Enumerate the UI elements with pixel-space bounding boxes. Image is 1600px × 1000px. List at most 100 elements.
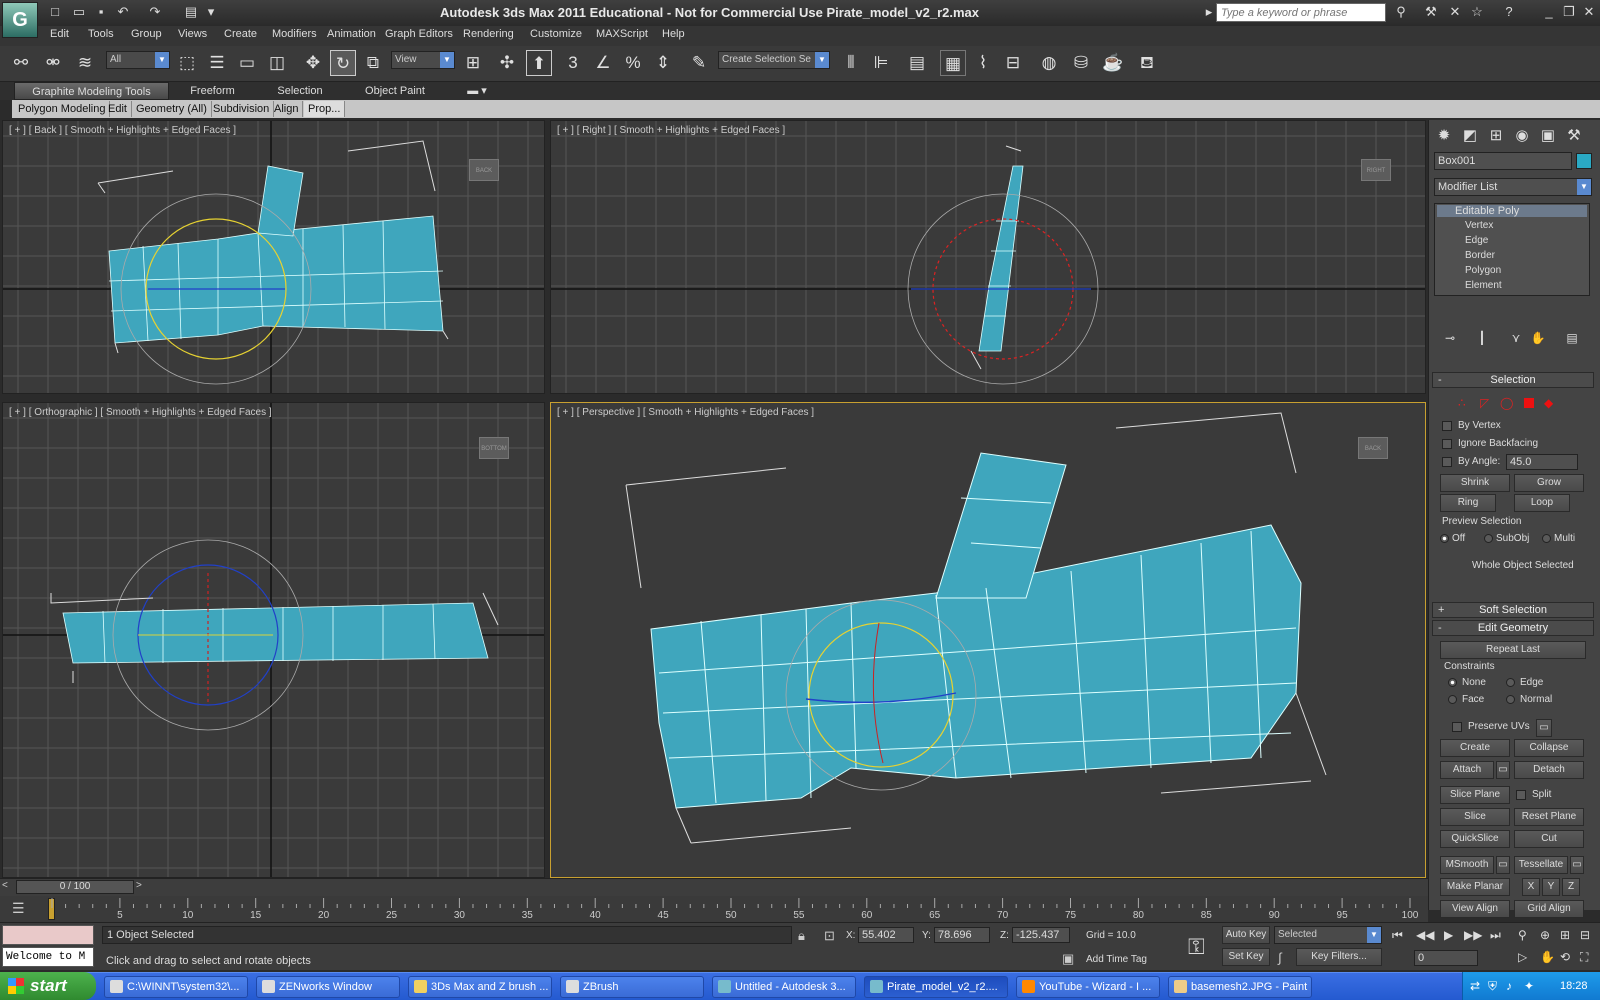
grow-button[interactable]: Grow (1514, 474, 1584, 492)
communication-icon[interactable]: ✕ (1446, 3, 1464, 21)
panel-polygon-modeling[interactable]: Polygon Modeling (14, 101, 111, 117)
constraint-none-radio[interactable] (1448, 678, 1457, 687)
time-slider-thumb[interactable]: 0 / 100 (16, 880, 134, 894)
curve-editor-icon[interactable]: ⌇ (970, 50, 996, 76)
add-time-tag-button[interactable]: Add Time Tag (1086, 954, 1147, 965)
taskbar-item[interactable]: YouTube - Wizard - I ... (1016, 976, 1160, 998)
display-tab-icon[interactable]: ▣ (1536, 124, 1560, 148)
make-planar-button[interactable]: Make Planar (1440, 878, 1510, 896)
prev-frame-arrow-icon[interactable]: < (2, 880, 14, 894)
edit-named-selection-icon[interactable]: ✎ (686, 50, 712, 76)
modifier-list-dropdown[interactable]: Modifier List ▼ (1434, 178, 1592, 196)
soft-selection-rollout-header[interactable]: + Soft Selection (1432, 602, 1594, 618)
material-editor-icon[interactable]: ◍ (1036, 50, 1062, 76)
preserve-uvs-settings-icon[interactable]: ▭ (1536, 719, 1552, 737)
absolute-mode-icon[interactable]: ⊡ (824, 928, 835, 944)
by-vertex-checkbox[interactable] (1442, 421, 1452, 431)
vertex-mode-icon[interactable]: ∴ (1458, 396, 1466, 410)
menu-customize[interactable]: Customize (530, 28, 582, 40)
rectangular-selection-icon[interactable]: ▭ (234, 50, 260, 76)
object-name-field[interactable]: Box001 (1434, 152, 1572, 170)
viewport-label[interactable]: [ + ] [ Back ] [ Smooth + Highlights + E… (9, 125, 236, 136)
security-tray-icon[interactable]: ⛨ (1488, 979, 1497, 994)
spinner-snap-icon[interactable]: ⇕ (650, 50, 676, 76)
time-tag-icon[interactable]: ▣ (1062, 951, 1074, 967)
preserve-uvs-checkbox[interactable] (1452, 722, 1462, 732)
tessellate-settings-icon[interactable]: ▭ (1570, 856, 1584, 874)
search-input[interactable] (1216, 3, 1386, 22)
schematic-view-icon[interactable]: ⊟ (1000, 50, 1026, 76)
taskbar-item[interactable]: Untitled - Autodesk 3... (712, 976, 856, 998)
key-tangent-icon[interactable]: ∫ (1278, 950, 1282, 965)
new-file-icon[interactable]: □ (46, 3, 64, 21)
attach-list-icon[interactable]: ▭ (1496, 761, 1510, 779)
polygon-mode-icon[interactable] (1524, 398, 1534, 408)
tab-freeform[interactable]: Freeform (175, 82, 250, 100)
angle-spinner[interactable]: 45.0 (1506, 454, 1578, 470)
stack-item-vertex[interactable]: Vertex (1465, 220, 1493, 231)
next-key-icon[interactable]: ▶▶ (1464, 928, 1482, 942)
lock-selection-icon[interactable]: 🔒︎ (798, 928, 805, 944)
current-frame-field[interactable]: 0 (1414, 950, 1478, 966)
viewcube[interactable]: RIGHT (1361, 159, 1391, 181)
quick-access-dropdown-icon[interactable]: ▾ (202, 3, 220, 21)
select-manipulate-icon[interactable]: ✣ (494, 50, 520, 76)
go-to-end-icon[interactable]: ⏭ (1490, 928, 1501, 943)
view-align-button[interactable]: View Align (1440, 900, 1510, 918)
constraint-face-radio[interactable] (1448, 695, 1457, 704)
edit-geometry-rollout-header[interactable]: - Edit Geometry (1432, 620, 1594, 636)
auto-key-button[interactable]: Auto Key (1222, 926, 1270, 944)
viewport-label[interactable]: [ + ] [ Perspective ] [ Smooth + Highlig… (557, 407, 814, 418)
select-object-icon[interactable]: ⬚ (174, 50, 200, 76)
maximize-viewport-icon[interactable]: ⛶ (1580, 950, 1588, 965)
undo-icon[interactable]: ↶ (114, 3, 132, 21)
key-mode-dropdown[interactable]: Selected ▼ (1274, 926, 1382, 944)
set-key-icon[interactable]: ⚿ (1188, 934, 1205, 960)
msmooth-button[interactable]: MSmooth (1440, 856, 1494, 874)
prev-key-icon[interactable]: ◀◀ (1416, 928, 1434, 942)
utilities-tab-icon[interactable]: ⚒ (1562, 124, 1586, 148)
align-icon[interactable]: ⊫ (868, 50, 894, 76)
panel-edit[interactable]: Edit (104, 101, 132, 117)
menu-group[interactable]: Group (131, 28, 162, 40)
app-logo-button[interactable]: G (2, 2, 38, 38)
planar-y-button[interactable]: Y (1542, 878, 1560, 896)
stack-item-border[interactable]: Border (1465, 250, 1495, 261)
zoom-extents-all-icon[interactable]: ⊟ (1580, 928, 1590, 942)
attach-button[interactable]: Attach (1440, 761, 1494, 779)
pan-icon[interactable]: ✋ (1540, 950, 1555, 964)
viewport-orthographic[interactable]: [ + ] [ Orthographic ] [ Smooth + Highli… (2, 402, 545, 878)
zoom-icon[interactable]: ⚲ (1518, 928, 1527, 942)
key-filters-button[interactable]: Key Filters... (1296, 948, 1382, 966)
constraint-edge-radio[interactable] (1506, 678, 1515, 687)
preview-multi-radio[interactable] (1542, 534, 1551, 543)
update-tray-icon[interactable]: ✦ (1524, 979, 1534, 993)
unlink-icon[interactable]: ⚮ (40, 50, 66, 76)
next-frame-arrow-icon[interactable]: > (136, 880, 148, 894)
select-and-link-icon[interactable]: ⚯ (8, 50, 34, 76)
bind-space-warp-icon[interactable]: ≋ (72, 50, 98, 76)
viewport-back[interactable]: [ + ] [ Back ] [ Smooth + Highlights + E… (2, 120, 545, 394)
subscription-icon[interactable]: ⚒ (1422, 3, 1440, 21)
menu-rendering[interactable]: Rendering (463, 28, 514, 40)
save-file-icon[interactable]: ▪ (92, 3, 110, 21)
favorites-icon[interactable]: ☆ (1468, 3, 1486, 21)
show-end-result-icon[interactable]: ┃ (1470, 326, 1494, 350)
menu-help[interactable]: Help (662, 28, 685, 40)
z-coord-field[interactable]: -125.437 (1012, 927, 1070, 943)
ignore-backfacing-checkbox[interactable] (1442, 439, 1452, 449)
zoom-all-icon[interactable]: ⊕ (1540, 928, 1550, 942)
viewcube[interactable]: BACK (1358, 437, 1388, 459)
close-icon[interactable]: ✕ (1580, 3, 1598, 21)
slice-button[interactable]: Slice (1440, 808, 1510, 826)
hierarchy-tab-icon[interactable]: ⊞ (1484, 124, 1508, 148)
remove-modifier-icon[interactable]: ✋ (1526, 326, 1550, 350)
menu-modifiers[interactable]: Modifiers (272, 28, 317, 40)
selection-rollout-header[interactable]: - Selection (1432, 372, 1594, 388)
slice-plane-button[interactable]: Slice Plane (1440, 786, 1510, 804)
time-slider[interactable] (0, 878, 1428, 896)
stack-item-edge[interactable]: Edge (1465, 235, 1488, 246)
rendered-frame-icon[interactable]: ☕ (1100, 50, 1126, 76)
tab-selection[interactable]: Selection (260, 82, 340, 100)
render-setup-icon[interactable]: ⛁ (1068, 50, 1094, 76)
